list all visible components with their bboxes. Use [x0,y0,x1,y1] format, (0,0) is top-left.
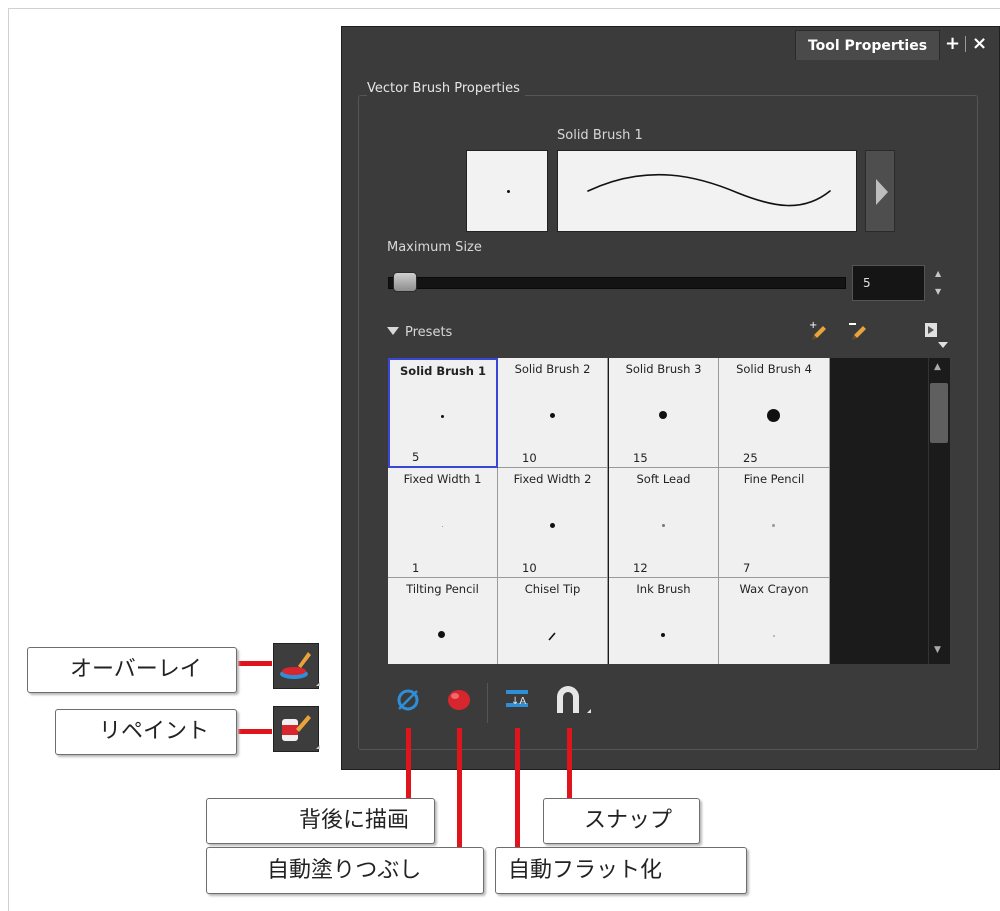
preset-tip-dot [773,635,775,637]
presets-empty-area [830,358,928,664]
preset-name: Solid Brush 4 [736,362,812,376]
preset-tip-dot [550,413,555,418]
overlay-callout: オーバーレイ [27,647,237,693]
delete-preset-icon[interactable] [848,319,870,341]
preset-fixed-width-2[interactable]: Fixed Width 2 10 [498,468,608,578]
overlay-icon [280,652,320,686]
preset-solid-brush-3[interactable]: Solid Brush 3 15 [609,358,719,468]
draw-behind-icon[interactable] [393,685,423,715]
preset-size: 1 [412,561,420,575]
repaint-callout-line [238,729,272,734]
snap-magnet-icon[interactable] [551,683,595,719]
auto-fill-icon[interactable] [444,685,474,715]
stroke-preview-curve [587,173,831,207]
preset-tip-dot [772,524,775,527]
spin-down-icon[interactable]: ▼ [935,287,941,296]
preset-wax-crayon[interactable]: Wax Crayon [719,578,830,664]
preset-size: 10 [522,561,537,575]
preset-tip-dot [661,633,665,637]
auto-fill-callout: 自動塗りつぶし [206,847,484,894]
chisel-tip-mark [548,632,556,641]
scroll-down-icon[interactable]: ▼ [934,645,941,655]
preset-name: Wax Crayon [739,582,809,596]
scrollbar-thumb[interactable] [930,383,948,443]
preset-ink-brush[interactable]: Ink Brush [609,578,719,664]
tab-separator [965,36,966,52]
preset-tilting-pencil[interactable]: Tilting Pencil [388,578,498,664]
preset-name: Fine Pencil [743,472,805,486]
auto-flatten-callout-line [515,728,520,848]
preset-tip-dot [550,523,555,528]
preset-tip-dot [442,526,443,527]
svg-text:+: + [809,320,817,331]
scroll-up-icon[interactable]: ▲ [934,362,941,372]
preset-menu-icon[interactable] [922,320,950,348]
repaint-callout: リペイント [55,709,237,755]
repaint-icon-box[interactable] [273,706,320,752]
max-size-label: Maximum Size [387,240,482,255]
svg-text:↓A: ↓A [511,696,526,707]
preset-name: Fixed Width 2 [513,472,592,486]
preset-name: Tilting Pencil [406,582,479,596]
add-view-button[interactable]: + [945,34,960,54]
repaint-icon [282,715,320,749]
preset-name: Chisel Tip [524,582,581,596]
max-size-slider[interactable] [388,277,846,289]
preset-tip-dot [438,631,445,638]
preset-solid-brush-1[interactable]: Solid Brush 1 5 [388,358,498,468]
tip-dot [507,190,510,193]
preset-size: 7 [743,561,751,575]
preset-name: Ink Brush [636,582,691,596]
auto-fill-callout-line [457,728,462,848]
brush-name: Solid Brush 1 [557,128,643,143]
preset-tip-dot [662,524,665,527]
draw-behind-callout-line [406,728,411,798]
presets-toggle[interactable]: Presets [387,325,452,340]
close-button[interactable]: × [972,34,987,54]
new-preset-icon[interactable]: + [808,319,830,341]
play-arrow-icon [876,179,888,205]
preset-size: 10 [522,451,537,465]
expand-triangle-icon [387,327,399,335]
preset-name: Solid Brush 3 [625,362,702,376]
preset-name: Solid Brush 2 [514,362,591,376]
presets-grid: Solid Brush 1 5 Solid Brush 2 10 Solid B… [388,358,830,664]
preset-chisel-tip[interactable]: Chisel Tip [498,578,608,664]
auto-flatten-icon[interactable]: ↓A [502,685,532,715]
auto-flatten-callout: 自動フラット化 [495,847,747,894]
snap-callout-line [567,728,572,798]
spin-up-icon[interactable]: ▲ [935,269,941,278]
preset-solid-brush-4[interactable]: Solid Brush 4 25 [719,358,830,468]
overlay-callout-line [238,661,272,666]
preset-fine-pencil[interactable]: Fine Pencil 7 [719,468,830,578]
preset-solid-brush-2[interactable]: Solid Brush 2 10 [498,358,608,468]
preset-size: 15 [633,451,648,465]
max-size-slider-thumb[interactable] [393,272,417,292]
tab-tool-properties[interactable]: Tool Properties [795,30,940,60]
overlay-icon-box[interactable] [273,643,320,689]
tip-preview [466,150,548,232]
preset-name: Solid Brush 1 [400,364,486,378]
presets-label: Presets [405,325,453,340]
group-title: Vector Brush Properties [367,80,525,98]
toolbar-separator [487,683,488,723]
preset-tip-dot [441,415,444,418]
draw-behind-callout: 背後に描画 [206,798,435,844]
preset-tip-dot [659,411,667,419]
preset-size: 5 [412,450,420,464]
preset-size: 12 [633,561,648,575]
snap-callout: スナップ [543,798,700,844]
stroke-preview [557,150,857,232]
preset-size: 25 [743,451,758,465]
max-size-input[interactable]: 5 [852,265,925,301]
preset-name: Soft Lead [636,472,691,486]
preset-tip-dot [767,409,780,422]
preset-soft-lead[interactable]: Soft Lead 12 [609,468,719,578]
brush-settings-arrow-button[interactable] [865,150,895,232]
preset-name: Fixed Width 1 [403,472,482,486]
preset-fixed-width-1[interactable]: Fixed Width 1 1 [388,468,498,578]
